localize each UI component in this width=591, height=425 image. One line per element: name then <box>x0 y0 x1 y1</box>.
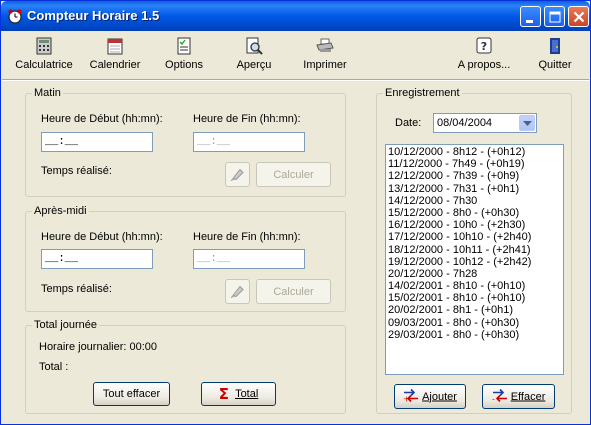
list-item[interactable]: 14/02/2001 - 8h10 - (+0h10) <box>388 280 563 292</box>
date-select[interactable]: 08/04/2004 <box>433 113 537 133</box>
list-item[interactable]: 12/12/2000 - 7h39 - (+0h9) <box>388 170 563 182</box>
delete-record-content: - Effacer <box>483 388 554 405</box>
matin-result-label: Temps réalisé: <box>41 165 112 177</box>
apresmidi-calculate-button[interactable]: Calculer <box>256 279 331 304</box>
toolbar-a-propos[interactable]: ? A propos... <box>454 37 514 77</box>
matin-calculate-button[interactable]: Calculer <box>256 162 331 187</box>
toolbar-label: A propos... <box>457 59 511 71</box>
clear-all-label: Tout effacer <box>102 388 161 400</box>
matin-start-input[interactable]: __:__ <box>41 132 153 152</box>
apresmidi-start-label: Heure de Début (hh:mn): <box>41 231 163 243</box>
apresmidi-end-label: Heure de Fin (hh:mn): <box>193 231 301 243</box>
help-question-icon: ? <box>475 37 493 55</box>
matin-start-label: Heure de Début (hh:mn): <box>41 113 163 125</box>
options-checklist-icon <box>175 37 193 55</box>
apresmidi-result-label: Temps réalisé: <box>41 283 112 295</box>
matin-clear-button[interactable] <box>225 162 250 187</box>
alarm-clock-icon <box>7 8 23 24</box>
date-label: Date: <box>395 117 422 129</box>
calculator-icon <box>35 37 53 55</box>
delete-record-label: Effacer <box>510 390 546 403</box>
toolbar-label: Calendrier <box>89 59 141 71</box>
toolbar-calendrier[interactable]: Calendrier <box>87 37 143 77</box>
app-window: Compteur Horaire 1.5 Calculatrice Calend… <box>0 0 591 425</box>
list-item[interactable]: 20/02/2001 - 8h1 - (+0h1) <box>388 304 563 316</box>
matin-end-input[interactable]: __:__ <box>193 132 305 152</box>
total-label: Total : <box>39 361 69 373</box>
list-item[interactable]: 15/12/2000 - 8h0 - (+0h30) <box>388 207 563 219</box>
toolbar-separator <box>2 79 589 81</box>
toolbar-label: Aperçu <box>236 59 272 71</box>
list-item[interactable]: 11/12/2000 - 7h49 - (+0h19) <box>388 158 563 170</box>
apresmidi-legend: Après-midi <box>34 205 87 217</box>
print-preview-icon <box>245 37 263 55</box>
toolbar-label: Options <box>165 59 203 71</box>
minimize-button[interactable] <box>520 6 541 27</box>
list-item[interactable]: 15/02/2001 - 8h10 - (+0h10) <box>388 292 563 304</box>
toolbar-imprimer[interactable]: Imprimer <box>301 37 349 77</box>
list-item[interactable]: 14/12/2000 - 7h30 <box>388 195 563 207</box>
list-item[interactable]: 19/12/2000 - 10h12 - (+2h42) <box>388 256 563 268</box>
eraser-icon <box>226 282 249 301</box>
printer-icon <box>316 37 334 55</box>
apresmidi-start-input[interactable]: __:__ <box>41 249 153 269</box>
apresmidi-end-input[interactable]: __:__ <box>193 249 305 269</box>
horaire-journalier-label: Horaire journalier: 00:00 <box>39 341 158 353</box>
toolbar-calculatrice[interactable]: Calculatrice <box>14 37 74 77</box>
delete-record-button[interactable]: - Effacer <box>482 384 555 409</box>
svg-text:+: + <box>403 394 410 402</box>
list-item[interactable]: 18/12/2000 - 10h11 - (+2h41) <box>388 244 563 256</box>
window-title: Compteur Horaire 1.5 <box>27 8 160 23</box>
matin-end-label: Heure de Fin (hh:mn): <box>193 113 301 125</box>
toolbar-options[interactable]: Options <box>162 37 206 77</box>
list-item[interactable]: 10/12/2000 - 8h12 - (+0h12) <box>388 146 563 158</box>
list-item[interactable]: 09/03/2001 - 8h0 - (+0h30) <box>388 317 563 329</box>
toolbar-apercu[interactable]: Aperçu <box>232 37 276 77</box>
sigma-icon: Σ <box>218 385 229 403</box>
add-record-content: + Ajouter <box>395 388 465 405</box>
toolbar-label: Quitter <box>538 59 572 71</box>
svg-text:?: ? <box>481 40 487 53</box>
apresmidi-calculate-label: Calculer <box>273 285 314 298</box>
total-button[interactable]: Σ Total <box>201 382 276 406</box>
enregistrement-legend: Enregistrement <box>385 87 460 99</box>
records-list[interactable]: 10/12/2000 - 8h12 - (+0h12) 11/12/2000 - … <box>385 144 564 375</box>
total-legend: Total journée <box>34 319 97 331</box>
date-value: 08/04/2004 <box>437 117 493 129</box>
svg-text:-: - <box>492 394 495 402</box>
exit-door-icon <box>546 37 564 55</box>
add-record-label: Ajouter <box>422 390 457 403</box>
add-record-button[interactable]: + Ajouter <box>394 384 466 409</box>
toolbar: Calculatrice Calendrier Options Aperçu I… <box>2 31 589 79</box>
list-item[interactable]: 13/12/2000 - 7h31 - (+0h1) <box>388 183 563 195</box>
toolbar-quitter[interactable]: Quitter <box>534 37 576 77</box>
delete-arrows-icon: - <box>492 388 511 405</box>
total-button-content: Σ Total <box>202 385 275 403</box>
list-item[interactable]: 16/12/2000 - 10h0 - (+2h30) <box>388 219 563 231</box>
calendar-icon <box>106 37 124 55</box>
close-button[interactable] <box>568 6 589 27</box>
total-group: Total journée <box>25 319 346 414</box>
apresmidi-clear-button[interactable] <box>225 279 250 304</box>
eraser-icon <box>226 165 249 184</box>
chevron-down-icon[interactable] <box>519 115 535 131</box>
list-item[interactable]: 29/03/2001 - 8h0 - (+0h30) <box>388 329 563 341</box>
matin-calculate-label: Calculer <box>273 168 314 181</box>
clear-all-button[interactable]: Tout effacer <box>93 382 170 406</box>
list-item[interactable]: 20/12/2000 - 7h28 <box>388 268 563 280</box>
toolbar-label: Imprimer <box>303 59 347 71</box>
add-arrows-icon: + <box>403 388 422 405</box>
matin-legend: Matin <box>34 87 61 99</box>
total-button-label: Total <box>235 387 259 400</box>
toolbar-label: Calculatrice <box>15 59 73 71</box>
title-bar[interactable]: Compteur Horaire 1.5 <box>1 1 590 31</box>
list-item[interactable]: 17/12/2000 - 10h10 - (+2h40) <box>388 231 563 243</box>
maximize-button[interactable] <box>544 6 565 27</box>
